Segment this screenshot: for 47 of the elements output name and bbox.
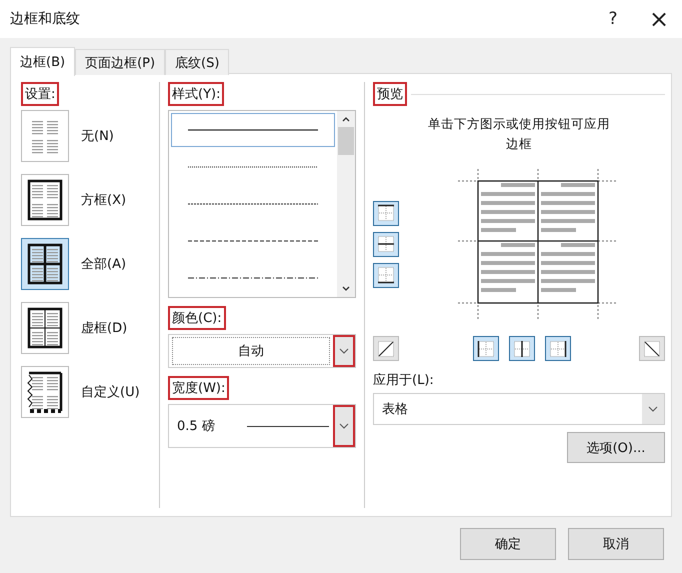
dialog-button[interactable]: 确定 xyxy=(460,528,556,560)
help-button[interactable]: ? xyxy=(590,0,636,38)
border-toggle-button[interactable] xyxy=(545,336,571,361)
line-sample-icon xyxy=(188,165,318,169)
color-label: 颜色(C): xyxy=(168,306,226,330)
options-button[interactable]: 选项(O)... xyxy=(567,432,665,463)
line-style-option[interactable] xyxy=(171,113,335,147)
preset-label: 无(N) xyxy=(81,128,114,145)
dialog-button[interactable]: 取消 xyxy=(568,528,664,560)
line-sample-icon xyxy=(188,239,318,243)
preview-label: 预览 xyxy=(373,82,407,106)
scrollbar[interactable] xyxy=(337,111,355,297)
border-toggle-button[interactable] xyxy=(639,336,665,361)
border-toggle-button[interactable] xyxy=(373,200,399,226)
color-dropdown[interactable]: 自动 xyxy=(168,334,356,368)
window-title: 边框和底纹 xyxy=(10,10,81,28)
line-sample-icon xyxy=(247,424,329,428)
apply-to-dropdown[interactable]: 表格 xyxy=(373,393,665,425)
width-label: 宽度(W): xyxy=(168,376,230,400)
border-preset-icon[interactable] xyxy=(21,302,69,354)
style-label: 样式(Y): xyxy=(168,82,224,106)
preview-hint: 单击下方图示或使用按钮可应用边框 xyxy=(427,115,611,153)
section-label: 设置: xyxy=(21,82,60,106)
border-toggle-button[interactable] xyxy=(509,336,535,361)
border-toggle-button[interactable] xyxy=(373,232,399,256)
border-toggle-button[interactable] xyxy=(373,262,399,288)
line-sample-icon xyxy=(188,128,318,132)
border-preset-icon[interactable] xyxy=(21,238,69,290)
scroll-up-icon[interactable] xyxy=(341,115,351,123)
preset-label: 全部(A) xyxy=(81,256,126,273)
border-toggle-button[interactable] xyxy=(373,336,399,361)
tab[interactable]: 底纹(S) xyxy=(165,49,230,75)
line-sample-icon xyxy=(188,202,318,206)
preset-label: 虚框(D) xyxy=(81,320,128,337)
width-dropdown[interactable]: 0.5 磅 xyxy=(168,404,356,448)
border-toggle-button[interactable] xyxy=(473,336,499,361)
tab[interactable]: 页面边框(P) xyxy=(75,49,166,75)
tab[interactable]: 边框(B) xyxy=(10,47,76,76)
scroll-thumb[interactable] xyxy=(338,127,354,155)
apply-to-label: 应用于(L): xyxy=(373,372,434,389)
line-sample-icon xyxy=(188,276,318,280)
close-button[interactable]: × xyxy=(636,0,682,38)
preset-label: 自定义(U) xyxy=(81,384,140,401)
border-preset-icon[interactable] xyxy=(21,366,69,418)
preset-label: 方框(X) xyxy=(81,192,126,209)
border-preset-icon[interactable] xyxy=(21,174,69,226)
scroll-down-icon[interactable] xyxy=(341,285,351,293)
